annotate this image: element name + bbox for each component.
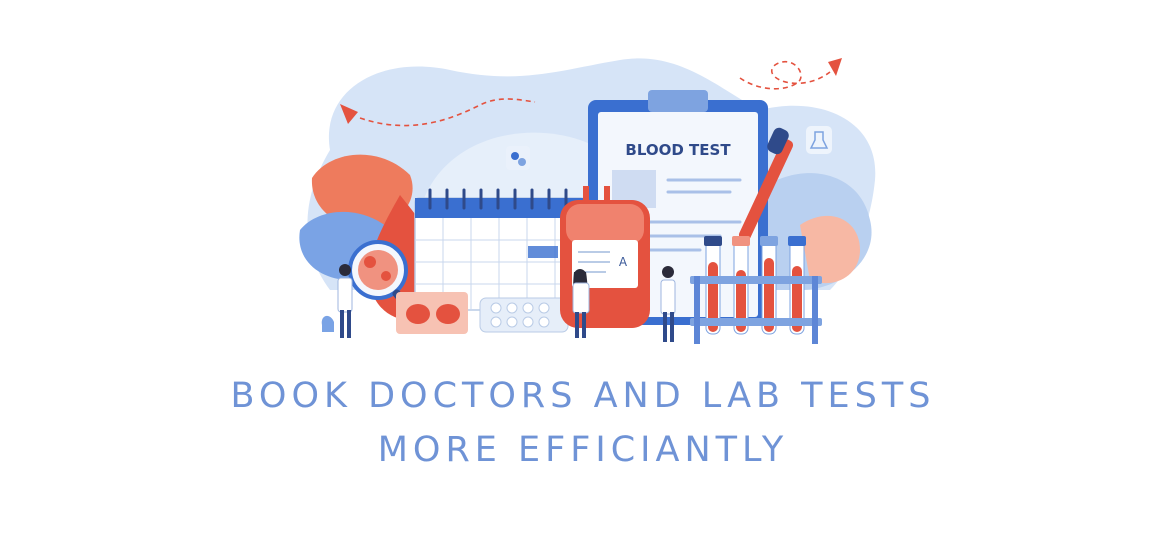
pill-blister-pack <box>479 297 569 333</box>
flask-bubble-icon <box>806 126 832 154</box>
medical-illustration: BLOOD TEST A <box>299 58 876 344</box>
blood-bag-label: A <box>619 255 628 269</box>
clipboard-title: BLOOD TEST <box>625 141 731 159</box>
headline-line-2: MORE EFFICIANTLY <box>377 430 789 470</box>
sample-tray <box>396 292 468 334</box>
leaf-shapes-right <box>800 215 860 284</box>
pills-bubble-icon <box>506 146 530 170</box>
headline-line-1: BOOK DOCTORS AND LAB TESTS <box>230 376 936 416</box>
dashed-arrow-right <box>739 58 842 90</box>
